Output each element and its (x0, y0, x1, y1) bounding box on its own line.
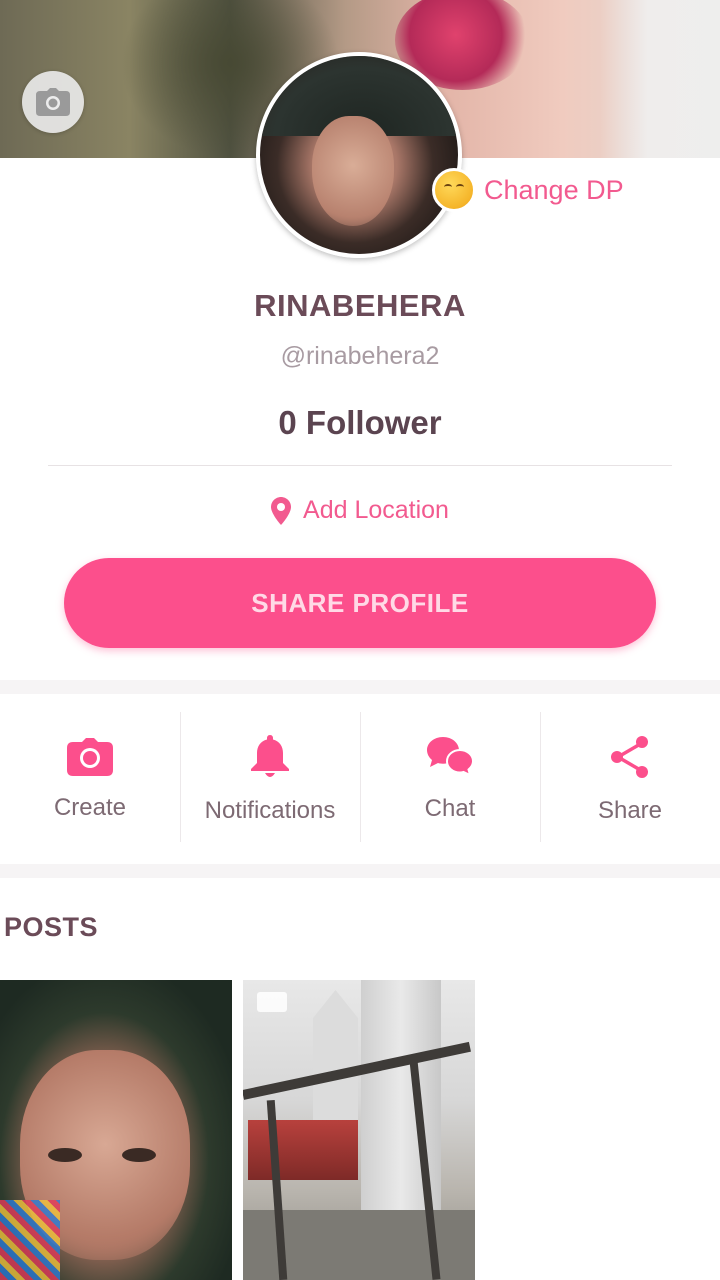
location-pin-icon (271, 496, 292, 525)
section-separator (0, 864, 720, 878)
action-label: Share (597, 797, 663, 824)
follower-count[interactable]: 0 Follower (0, 404, 720, 442)
camera-icon (36, 88, 70, 116)
post-thumbnail[interactable] (243, 980, 475, 1280)
camera-icon (67, 738, 113, 776)
profile-avatar[interactable] (256, 52, 462, 258)
post-thumbnail[interactable] (0, 980, 232, 1280)
action-label: Notifications (204, 797, 336, 824)
action-row: Create Notifications Chat Share (0, 712, 720, 848)
profile-name: RINABEHERA (254, 288, 466, 323)
add-location-button[interactable]: Add Location (0, 496, 720, 525)
add-location-label: Add Location (303, 496, 449, 524)
divider (48, 465, 672, 466)
share-profile-button[interactable]: SHARE PROFILE (64, 558, 656, 648)
action-label: Create (53, 794, 127, 821)
section-separator (0, 680, 720, 694)
change-cover-button[interactable] (22, 71, 84, 133)
share-icon (611, 736, 648, 778)
multi-image-icon (257, 992, 287, 1012)
smiling-emoji-icon (432, 168, 476, 212)
chat-bubbles-icon (427, 737, 473, 777)
action-label: Chat (424, 795, 476, 822)
change-dp-label: Change DP (484, 174, 624, 205)
change-dp-button[interactable]: Change DP (432, 168, 624, 212)
posts-section-title: POSTS (4, 912, 99, 942)
create-button[interactable]: Create (0, 712, 180, 848)
profile-handle: @rinabehera2 (280, 342, 440, 370)
share-button[interactable]: Share (540, 712, 720, 848)
notifications-button[interactable]: Notifications (180, 712, 360, 848)
bell-icon (251, 735, 289, 777)
chat-button[interactable]: Chat (360, 712, 540, 848)
